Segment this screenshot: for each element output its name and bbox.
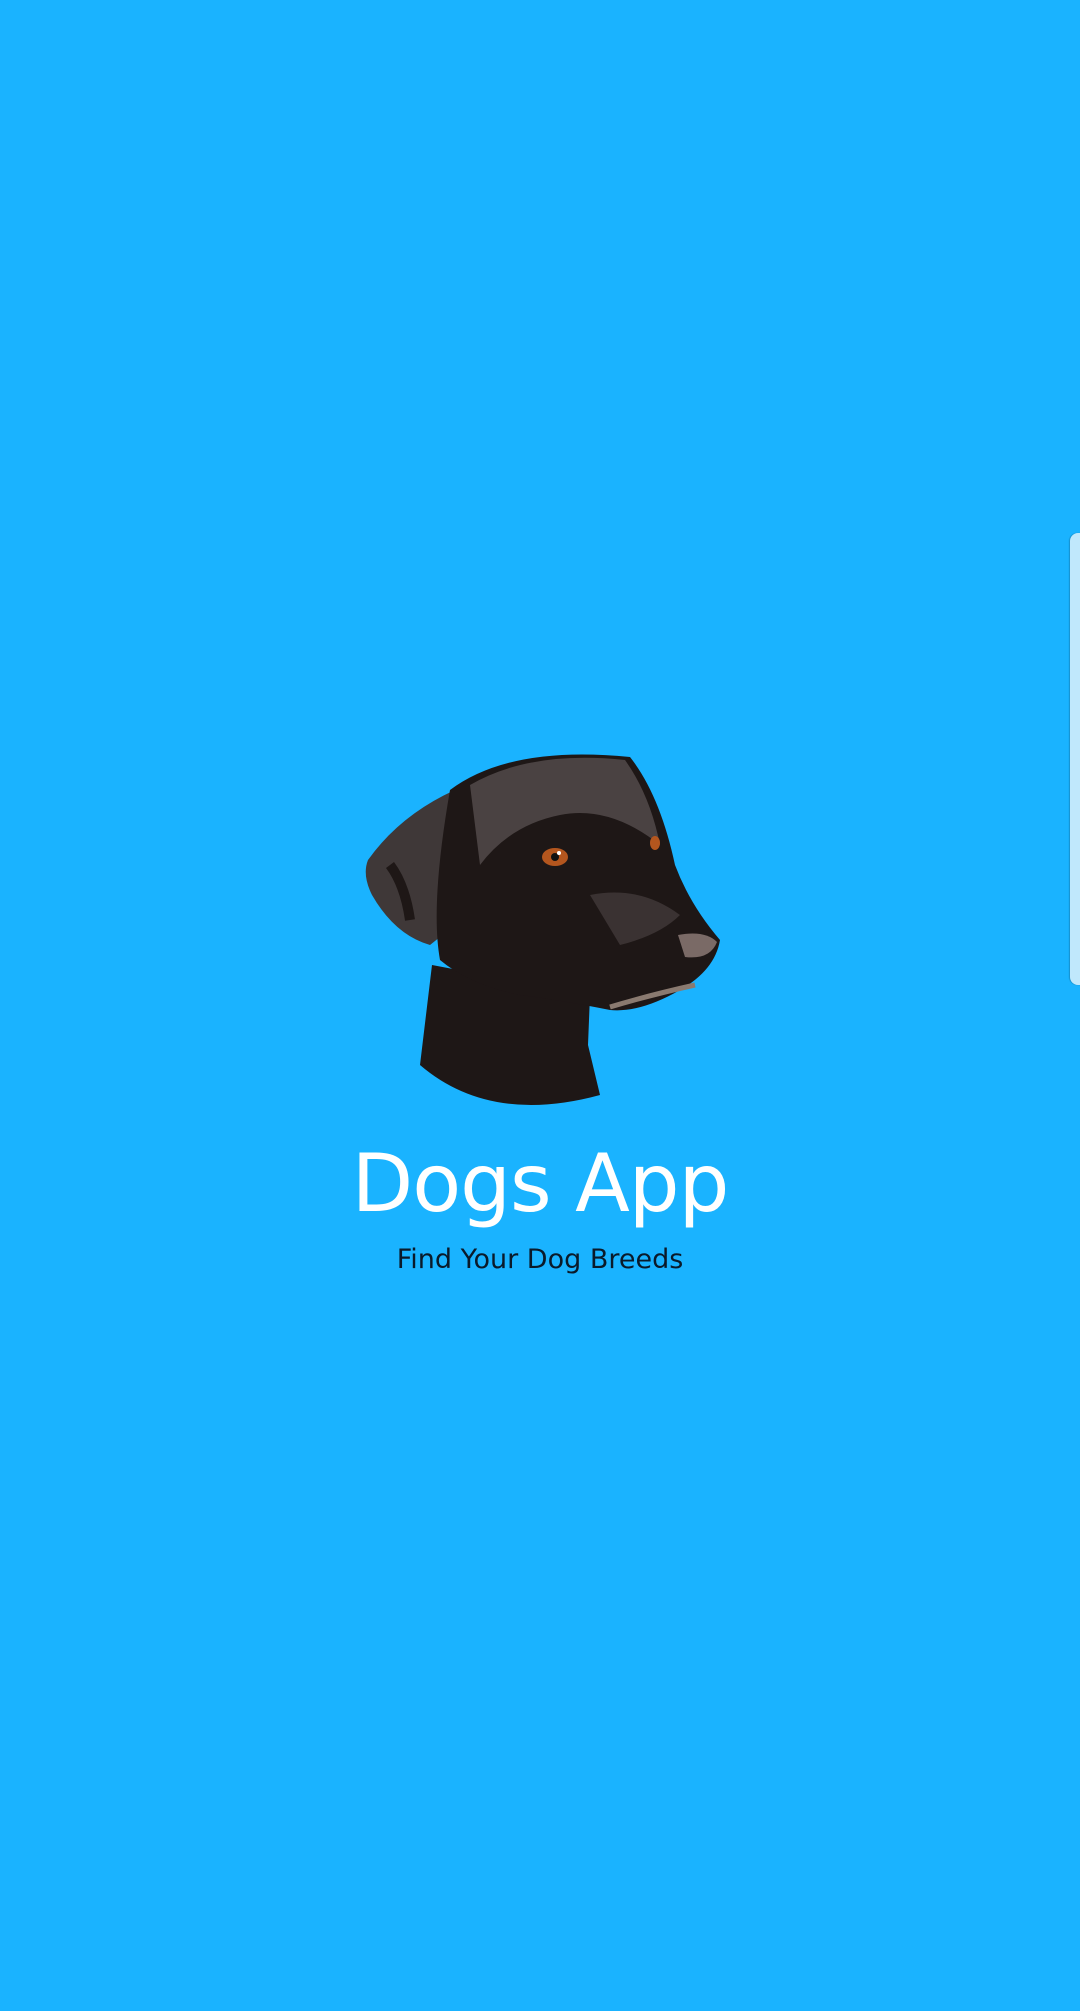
dog-head-icon [360,745,720,1115]
app-title: Dogs App [351,1137,730,1230]
edge-panel-handle[interactable] [1070,533,1080,985]
app-subtitle: Find Your Dog Breeds [396,1244,684,1275]
